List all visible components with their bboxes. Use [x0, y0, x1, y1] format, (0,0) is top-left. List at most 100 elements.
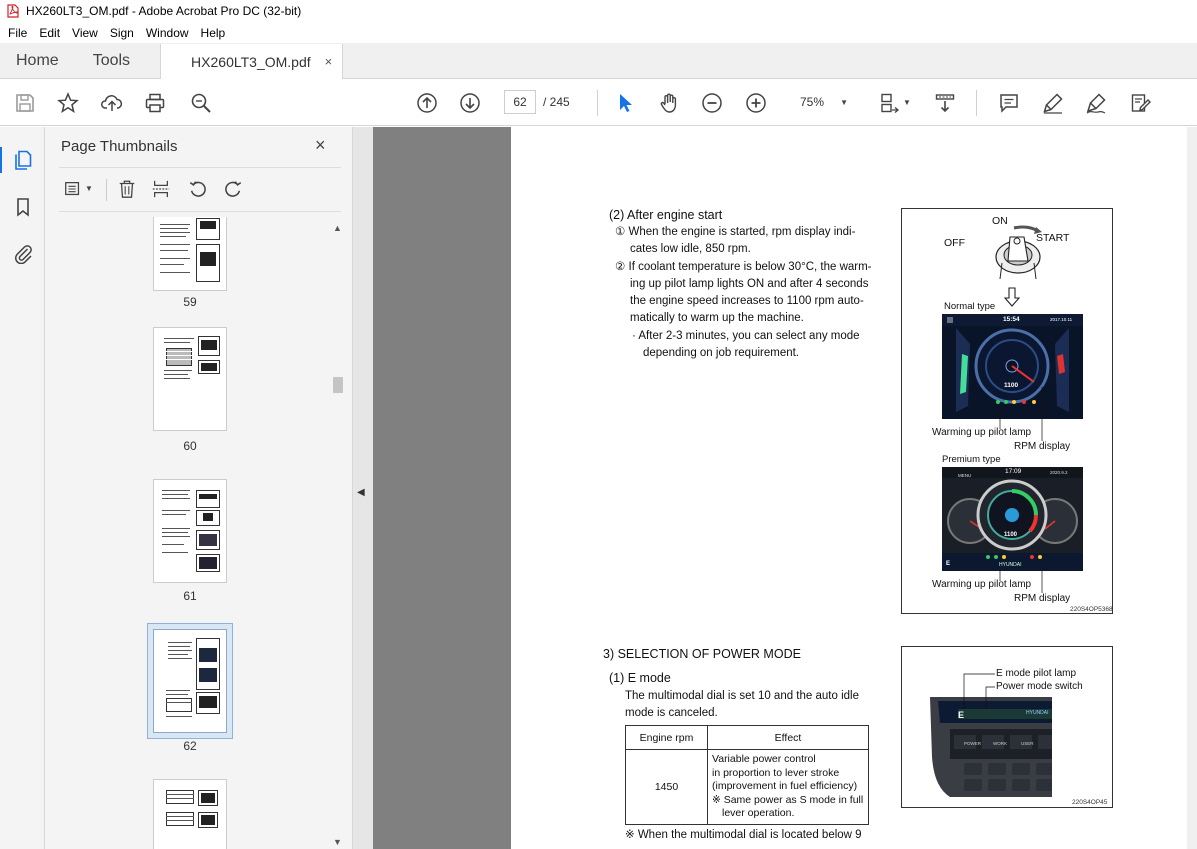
e-mode-table: Engine rpm Effect 1450 Variable power co…: [625, 725, 869, 825]
footnote-line: ※ When the multimodal dial is located be…: [625, 829, 862, 841]
tab-bar: Home Tools HX260LT3_OM.pdf ×: [0, 43, 1197, 79]
effect-line: in proportion to lever stroke: [712, 766, 840, 779]
rotate-right-icon[interactable]: [221, 177, 245, 201]
premium-type-label: Premium type: [942, 454, 1001, 465]
table-row: 1450 Variable power control in proportio…: [625, 749, 869, 825]
thumbnail-toolbar: ▼: [59, 177, 341, 203]
rail-active-indicator: [0, 147, 2, 173]
premium-type-dashboard: 17:09 2020.9.2 MENU 1100 HYUNDAI E: [942, 467, 1083, 571]
chevron-down-icon: ▼: [840, 97, 848, 107]
menu-edit[interactable]: Edit: [39, 26, 60, 40]
effect-line: (improvement in fuel efficiency): [712, 780, 858, 792]
menu-sign[interactable]: Sign: [110, 26, 134, 40]
save-icon[interactable]: [12, 90, 38, 116]
page-number-input[interactable]: 62: [504, 90, 536, 114]
section-heading: (2) After engine start: [609, 208, 723, 222]
zoom-value: 75%: [800, 95, 825, 109]
work-button-label: WORK: [993, 741, 1007, 746]
fit-page-icon[interactable]: [876, 90, 902, 116]
chevron-down-icon[interactable]: ▼: [85, 184, 93, 193]
paragraph-line: the engine speed increases to 1100 rpm a…: [630, 295, 864, 307]
page-up-icon[interactable]: [414, 90, 440, 116]
paragraph-line: ① When the engine is started, rpm displa…: [615, 226, 856, 238]
scroll-up-icon[interactable]: ▲: [333, 223, 342, 233]
thumbnail-label: 60: [183, 439, 197, 453]
zoom-select[interactable]: 75% ▼: [788, 90, 856, 114]
page-down-icon[interactable]: [457, 90, 483, 116]
acrobat-pdf-icon: [7, 4, 19, 18]
thumbnail-options-icon[interactable]: [61, 177, 85, 201]
paragraph-line: · After 2-3 minutes, you can select any …: [632, 330, 860, 342]
thumbnail-scrollbar[interactable]: ▲ ▼: [331, 217, 345, 849]
edit-pdf-icon[interactable]: [1128, 90, 1154, 116]
tab-document-label: HX260LT3_OM.pdf: [191, 53, 311, 70]
fit-page-dropdown-icon[interactable]: ▼: [903, 98, 911, 107]
subsection-heading: (1) E mode: [609, 671, 671, 685]
select-cursor-icon[interactable]: [612, 90, 638, 116]
toolbar-divider: [976, 90, 977, 116]
zoom-out-icon[interactable]: [699, 90, 725, 116]
power-button-label: POWER: [964, 741, 982, 746]
figure-ignition-dashboard: ON OFF START Normal type 15:54 2017.10.1…: [901, 208, 1113, 614]
section-heading: 3) SELECTION OF POWER MODE: [603, 647, 801, 661]
delete-icon[interactable]: [115, 177, 139, 201]
scrollbar-thumb[interactable]: [333, 377, 343, 393]
menu-help[interactable]: Help: [201, 26, 226, 40]
highlight-icon[interactable]: [1040, 90, 1066, 116]
table-cell-rpm: 1450: [625, 749, 708, 825]
thumbnail-page-63[interactable]: [153, 779, 227, 849]
scroll-down-icon[interactable]: ▼: [333, 837, 342, 847]
panel-title: Page Thumbnails: [61, 138, 178, 155]
rpm-display-label: RPM display: [1014, 593, 1071, 604]
thumbnail-page-61[interactable]: [153, 479, 227, 583]
thumbnail-page-60[interactable]: [153, 327, 227, 431]
bookmark-icon[interactable]: [10, 194, 36, 220]
tab-tools[interactable]: Tools: [75, 43, 146, 78]
menu-file[interactable]: File: [8, 26, 27, 40]
figure-code: 220S4OP45: [1072, 799, 1108, 806]
star-icon[interactable]: [55, 90, 81, 116]
attachment-icon[interactable]: [10, 240, 36, 266]
divider: [59, 211, 341, 212]
thumbnails-panel: Page Thumbnails × ▼ 59 60 61 62 ▲ ▼: [45, 127, 353, 849]
tab-home[interactable]: Home: [0, 43, 75, 78]
paragraph-line: cates low idle, 850 rpm.: [630, 243, 751, 255]
tab-close-icon[interactable]: ×: [325, 54, 333, 69]
document-scrollbar[interactable]: [1187, 127, 1197, 849]
rotate-left-icon[interactable]: [186, 177, 210, 201]
document-viewer: ◀ (2) After engine start ① When the engi…: [353, 127, 1197, 849]
menu-window[interactable]: Window: [146, 26, 189, 40]
scroll-mode-icon[interactable]: [932, 90, 958, 116]
extract-pages-icon[interactable]: [149, 177, 173, 201]
main-toolbar: ▼: [0, 80, 1197, 126]
thumbnail-page-59[interactable]: [153, 217, 227, 291]
pdf-page: (2) After engine start ① When the engine…: [511, 127, 1197, 849]
print-icon[interactable]: [142, 90, 168, 116]
upload-icon[interactable]: [99, 90, 125, 116]
search-icon[interactable]: [188, 90, 214, 116]
table-header: Effect: [707, 725, 869, 750]
close-icon[interactable]: ×: [315, 135, 326, 156]
tab-document[interactable]: HX260LT3_OM.pdf ×: [160, 44, 344, 79]
menu-view[interactable]: View: [72, 26, 98, 40]
figure-callout-lines: [963, 673, 995, 709]
user-button-label: USER: [1021, 741, 1034, 746]
panel-e-indicator: E: [958, 710, 965, 720]
page-thumbnails-icon[interactable]: [10, 147, 36, 173]
thumbnail-label: 59: [183, 295, 197, 309]
collapse-panel-icon[interactable]: ◀: [357, 487, 365, 498]
effect-line: ※ Same power as S mode in full: [712, 793, 864, 806]
hand-icon[interactable]: [656, 90, 682, 116]
comment-icon[interactable]: [996, 90, 1022, 116]
sign-icon[interactable]: [1083, 90, 1109, 116]
left-rail: [0, 127, 45, 849]
page-total: / 245: [543, 95, 570, 109]
figure-power-mode-panel: E mode pilot lamp Power mode switch E HY…: [901, 646, 1113, 808]
paragraph-line: matically to warm up the machine.: [630, 312, 804, 324]
zoom-in-icon[interactable]: [743, 90, 769, 116]
thumbnail-label: 62: [183, 739, 197, 753]
paragraph-line: depending on job requirement.: [643, 347, 800, 359]
thumbnail-page-62[interactable]: [153, 629, 227, 733]
paragraph-line: The multimodal dial is set 10 and the au…: [625, 690, 859, 702]
divider: [106, 179, 107, 201]
